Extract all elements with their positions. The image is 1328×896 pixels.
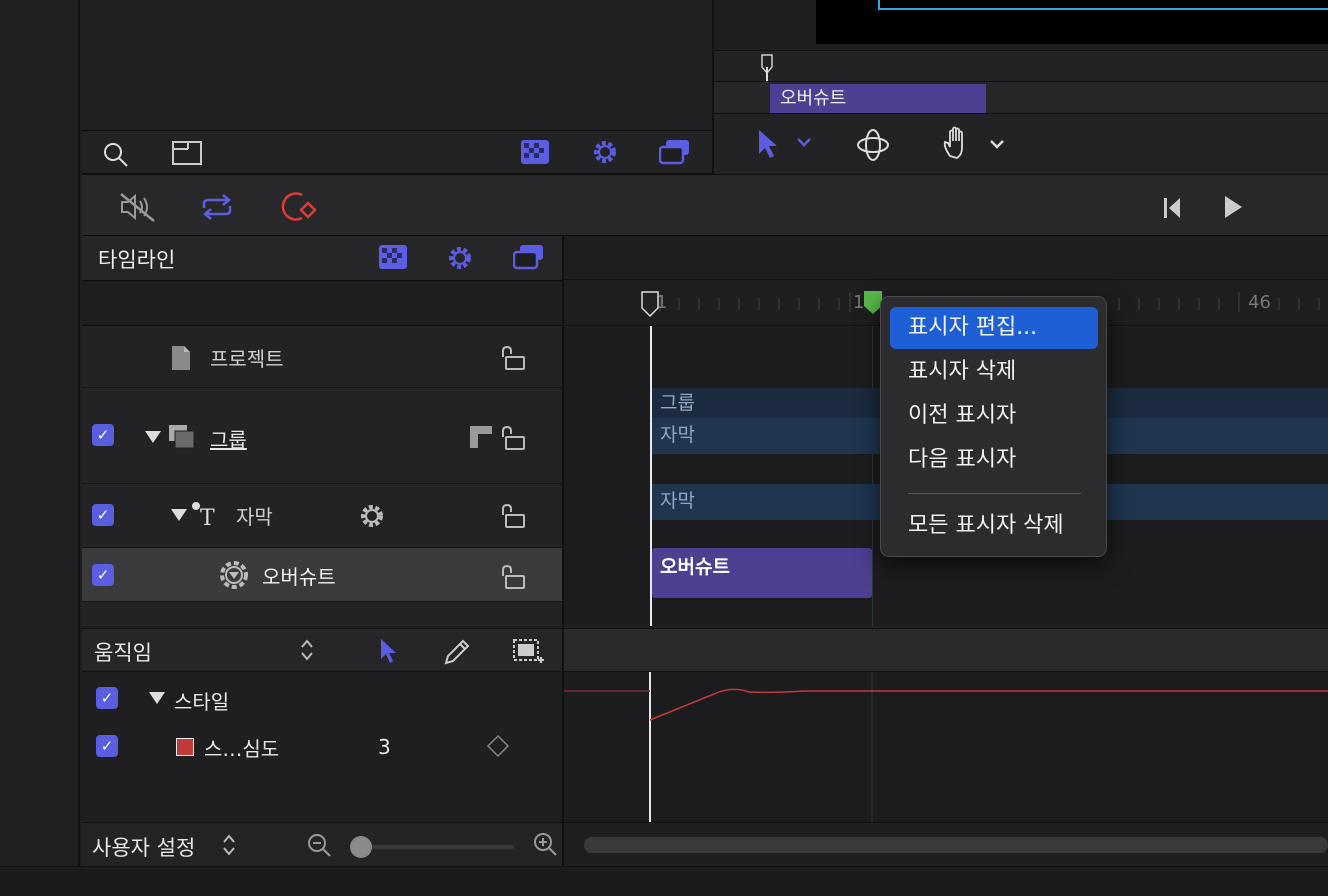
layer-name: 오버슈트 <box>262 565 336 589</box>
up-down-chevron-icon[interactable] <box>222 833 236 857</box>
keyframe-editor-header: 움직임 <box>82 628 562 672</box>
transport-bar <box>82 174 1328 236</box>
style-checkbox[interactable]: ✓ <box>96 687 118 709</box>
timeline-header-right <box>564 236 1328 280</box>
gear-icon[interactable] <box>446 244 474 272</box>
group-checkbox[interactable]: ✓ <box>92 424 114 446</box>
layer-name: 자막 <box>236 505 273 529</box>
lock-open-icon[interactable] <box>500 346 526 370</box>
document-icon <box>170 344 192 372</box>
layers-icon[interactable] <box>659 139 691 165</box>
loop-icon[interactable] <box>198 192 236 222</box>
left-strip <box>0 0 80 866</box>
canvas-toolbar <box>714 114 1328 174</box>
zoom-out-icon[interactable] <box>306 832 334 860</box>
keyframe-diamond-icon[interactable] <box>486 734 510 758</box>
box-select-icon[interactable] <box>512 638 546 668</box>
chevron-down-icon[interactable] <box>989 138 1005 150</box>
layer-name: 프로젝트 <box>210 347 284 371</box>
menu-item-edit-marker[interactable]: 표시자 편집... <box>890 307 1098 349</box>
timeline-title: 타임라인 <box>98 248 176 272</box>
text-layer-icon: T <box>190 500 220 528</box>
lock-open-icon[interactable] <box>500 426 526 450</box>
record-keyframe-icon[interactable] <box>278 190 318 224</box>
layer-row-caption[interactable]: ✓ T 자막 <box>82 484 562 548</box>
context-menu: 표시자 편집... 표시자 삭제 이전 표시자 다음 표시자 모든 표시자 삭제 <box>880 296 1107 557</box>
disclosure-triangle-icon[interactable] <box>170 508 188 522</box>
layer-row-overshoot[interactable]: ✓ 오버슈트 <box>82 548 562 602</box>
gear-icon[interactable] <box>358 502 386 530</box>
checker-icon[interactable] <box>520 139 550 165</box>
canvas-bounds <box>878 0 1328 10</box>
color-swatch <box>176 738 194 756</box>
search-icon[interactable] <box>102 141 130 169</box>
skip-to-start-icon[interactable] <box>1162 196 1182 220</box>
zoom-in-icon[interactable] <box>532 831 560 859</box>
ruler-label: 46 <box>1248 292 1271 313</box>
up-down-chevron-icon[interactable] <box>300 638 314 662</box>
menu-item-next-marker[interactable]: 다음 표시자 <box>890 439 1098 481</box>
zoom-slider-track[interactable] <box>352 845 514 849</box>
library-toolbar <box>82 130 712 174</box>
svg-text:T: T <box>200 506 215 528</box>
checker-icon[interactable] <box>378 244 408 270</box>
parameter-list: ✓ 스타일 ✓ 스…심도 3 <box>82 672 562 822</box>
lock-open-icon[interactable] <box>500 504 526 528</box>
layer-list-spacer <box>82 280 562 326</box>
layer-row-project[interactable]: 프로젝트 <box>82 326 562 388</box>
marker-line <box>872 326 873 626</box>
curve-graph[interactable] <box>564 672 1328 822</box>
pencil-icon[interactable] <box>442 637 472 667</box>
isolate-icon[interactable] <box>468 424 494 450</box>
menu-separator <box>908 493 1081 494</box>
parameter-name: 스…심도 <box>204 737 280 761</box>
status-bar <box>0 866 1328 896</box>
hand-icon[interactable] <box>942 126 972 160</box>
play-icon[interactable] <box>1222 194 1244 220</box>
menu-item-delete-marker[interactable]: 표시자 삭제 <box>890 351 1098 393</box>
disclosure-triangle-icon[interactable] <box>144 430 162 444</box>
orbit-3d-icon[interactable] <box>856 128 890 162</box>
behavior-clip[interactable]: 오버슈트 <box>652 548 872 598</box>
animation-curve <box>564 672 1328 822</box>
gear-icon[interactable] <box>591 138 619 166</box>
horizontal-scrollbar[interactable] <box>584 837 1328 853</box>
library-panel <box>82 0 712 130</box>
caption-checkbox[interactable]: ✓ <box>92 504 114 526</box>
depth-checkbox[interactable]: ✓ <box>96 735 118 757</box>
layers-icon[interactable] <box>513 244 545 270</box>
disclosure-triangle-icon[interactable] <box>148 691 166 705</box>
playhead-icon[interactable] <box>760 53 778 81</box>
keyframe-editor-header-right <box>564 628 1328 672</box>
preset-popup[interactable]: 사용자 설정 <box>92 832 195 862</box>
select-arrow-icon[interactable] <box>378 637 398 665</box>
group-icon <box>168 424 196 450</box>
preview-toggle-icon[interactable] <box>172 140 202 166</box>
chevron-down-icon[interactable] <box>796 136 812 148</box>
layer-name: 그룹 <box>210 428 247 452</box>
layers-list: 프로젝트 ✓ 그룹 ✓ T 자막 ✓ 오버슈트 <box>82 326 562 626</box>
layer-row-group[interactable]: ✓ 그룹 <box>82 388 562 484</box>
parameter-value[interactable]: 3 <box>378 735 391 759</box>
mini-timeline-ruler[interactable] <box>714 50 1328 82</box>
overshoot-checkbox[interactable]: ✓ <box>92 564 114 586</box>
mini-timeline-clip[interactable]: 오버슈트 <box>770 84 986 113</box>
playhead-icon[interactable] <box>640 290 660 318</box>
mute-icon[interactable] <box>118 191 158 223</box>
editor-footer: 사용자 설정 <box>82 822 562 866</box>
curve-set-label[interactable]: 움직임 <box>94 637 152 667</box>
parameter-name: 스타일 <box>174 690 230 714</box>
menu-item-previous-marker[interactable]: 이전 표시자 <box>890 395 1098 437</box>
timeline-scroll-area <box>564 822 1328 866</box>
menu-item-delete-all-markers[interactable]: 모든 표시자 삭제 <box>890 505 1098 547</box>
select-arrow-icon[interactable] <box>756 128 778 160</box>
zoom-slider-thumb[interactable] <box>350 836 372 858</box>
lock-open-icon[interactable] <box>500 565 526 589</box>
timeline-header: 타임라인 <box>82 236 562 280</box>
behavior-gear-icon <box>218 559 250 591</box>
